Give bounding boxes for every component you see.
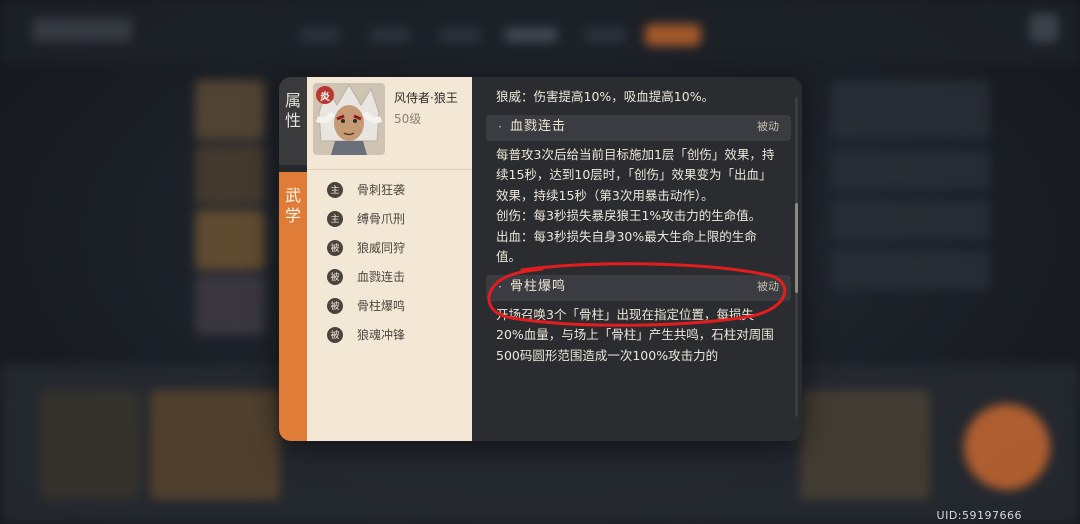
skill-detail-pane[interactable]: 狼威：伤害提高10%，吸血提高10%。 · 血戮连击 被动 每普攻3次后给当前目…: [472, 77, 802, 441]
skill-name: 血戮连击: [357, 270, 406, 284]
section-title: 血戮连击: [509, 119, 566, 135]
character-level: 50级: [394, 112, 422, 126]
character-detail-panel: 属 性 武 学 炎 风侍者·狼王 50级 主 骨刺狂袭 主 缚骨爪刑 被 狼威同…: [279, 77, 802, 441]
character-column: 炎 风侍者·狼王 50级 主 骨刺狂袭 主 缚骨爪刑 被 狼威同狩 被 血戮连击: [307, 77, 472, 441]
passive-tag: 被动: [757, 280, 779, 294]
background-logo: [32, 18, 132, 42]
scrollbar-thumb[interactable]: [795, 203, 798, 293]
skill-list-item[interactable]: 被 骨柱爆鸣: [327, 291, 467, 320]
skill-name: 骨刺狂袭: [357, 183, 406, 197]
section-header: · 血戮连击 被动: [486, 114, 791, 141]
background-tab-active: [505, 28, 557, 42]
skill-name: 狼威同狩: [357, 241, 406, 255]
tab-attributes[interactable]: 属 性: [279, 77, 307, 165]
skill-type-badge: 被: [327, 268, 343, 285]
skill-name: 狼魂冲锋: [357, 328, 406, 342]
section-header: · 骨柱爆鸣 被动: [486, 274, 791, 301]
passive-tag: 被动: [757, 120, 779, 134]
skill-type-badge: 主: [327, 181, 343, 198]
tab-martial-char: 学: [284, 206, 301, 225]
divider: [307, 169, 472, 170]
background-tab: [300, 28, 340, 42]
skill-type-badge: 被: [327, 297, 343, 314]
skill-list-item[interactable]: 被 狼威同狩: [327, 233, 467, 262]
skill-list-item[interactable]: 被 血戮连击: [327, 262, 467, 291]
section-body-line: 创伤：每3秒损失暴戾狼王1%攻击力的生命值。: [496, 208, 762, 223]
background-tab: [585, 28, 625, 42]
background-card: [830, 80, 990, 140]
fire-element-badge: 炎: [316, 86, 334, 104]
skill-detail-content: 狼威：伤害提高10%，吸血提高10%。 · 血戮连击 被动 每普攻3次后给当前目…: [486, 87, 791, 366]
character-name: 风侍者·狼王: [394, 91, 458, 105]
background-card: [830, 150, 990, 190]
skill-name: 缚骨爪刑: [357, 212, 406, 226]
skill-name: 骨柱爆鸣: [357, 299, 406, 313]
side-tab-bar: 属 性 武 学: [279, 77, 307, 441]
intro-text: 狼威：伤害提高10%，吸血提高10%。: [496, 89, 715, 104]
skill-list-item[interactable]: 主 缚骨爪刑: [327, 204, 467, 233]
background-tab: [440, 28, 480, 42]
background-tab: [370, 28, 410, 42]
background-portrait: [195, 145, 265, 205]
bullet-dot-icon: ·: [498, 119, 502, 135]
character-portrait: 炎: [313, 83, 385, 155]
uid-label: UID:59197666: [936, 509, 1022, 522]
section-title: 骨柱爆鸣: [509, 279, 566, 295]
tab-martial-arts[interactable]: 武 学: [279, 172, 307, 441]
tab-attributes-char: 属: [284, 91, 301, 110]
background-orb: [964, 404, 1050, 490]
skill-list-item[interactable]: 主 骨刺狂袭: [327, 175, 467, 204]
background-portrait: [195, 80, 265, 140]
section-body-line: 出血：每3秒损失自身30%最大生命上限的生命值。: [496, 228, 757, 265]
background-tab-highlight: [645, 24, 701, 46]
tab-attributes-char: 性: [284, 111, 301, 130]
tab-martial-char: 武: [284, 186, 301, 205]
skill-list: 主 骨刺狂袭 主 缚骨爪刑 被 狼威同狩 被 血戮连击 被 骨柱爆鸣 被 狼魂冲…: [327, 175, 467, 349]
skill-type-badge: 主: [327, 210, 343, 227]
section-body-line: 开场召唤3个「骨柱」出现在指定位置，每损失20%血量，与场上「骨柱」产生共鸣，石…: [496, 306, 774, 363]
background-strip: [150, 390, 280, 500]
bullet-dot-icon: ·: [498, 279, 502, 295]
background-card: [830, 250, 990, 290]
background-corner-button: [1030, 14, 1058, 42]
background-card: [830, 200, 990, 240]
background-strip: [800, 390, 930, 500]
skill-type-badge: 被: [327, 239, 343, 256]
skill-list-item[interactable]: 被 狼魂冲锋: [327, 320, 467, 349]
background-strip: [40, 390, 140, 500]
skill-type-badge: 被: [327, 326, 343, 343]
section-body-line: 每普攻3次后给当前目标施加1层「创伤」效果，持续15秒，达到10层时，「创伤」效…: [496, 146, 775, 203]
background-portrait: [195, 275, 265, 335]
background-portrait: [195, 210, 265, 270]
